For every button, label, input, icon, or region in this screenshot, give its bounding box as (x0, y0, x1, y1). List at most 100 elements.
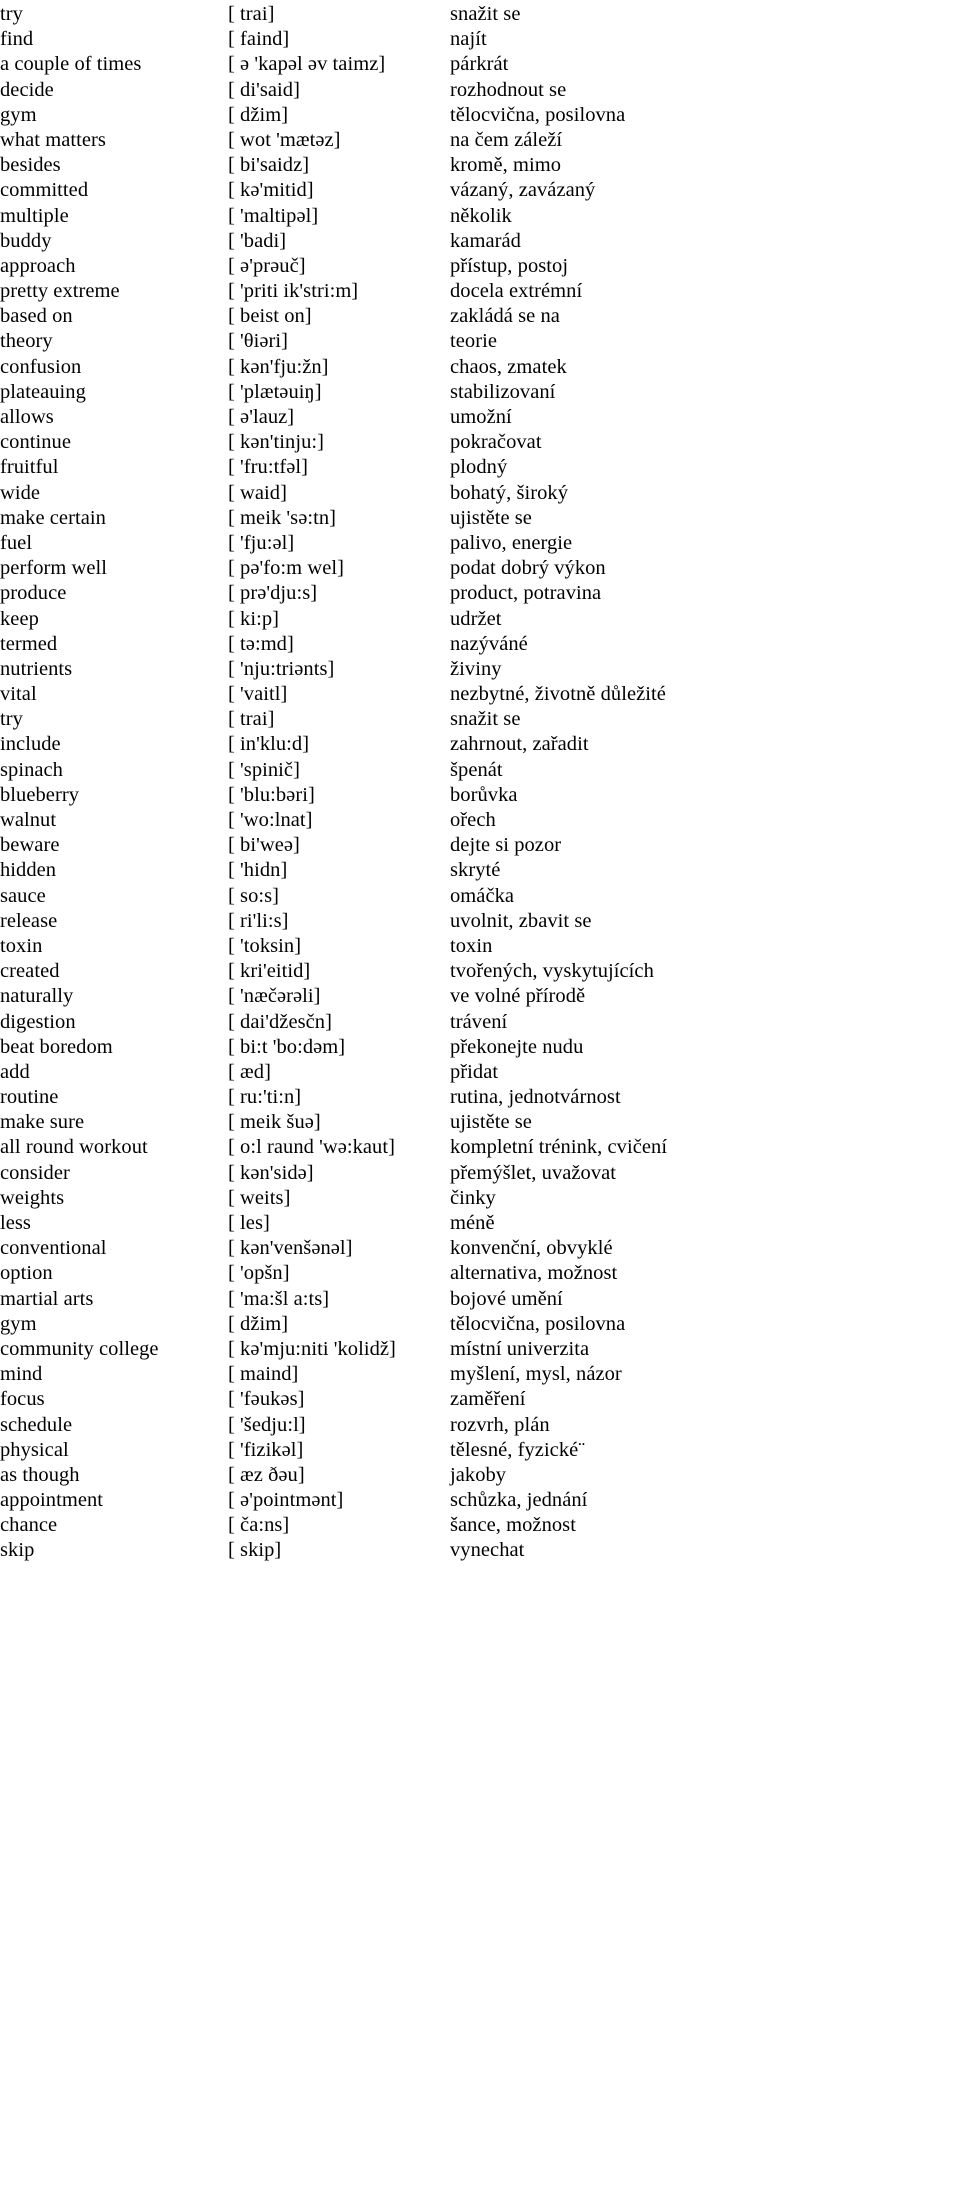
phonetic-transcription: [ 'fru:tfəl] (228, 456, 308, 479)
czech-translation: zakládá se na (450, 305, 560, 328)
czech-translation: snažit se (450, 708, 521, 731)
english-term: schedule (0, 1413, 73, 1436)
english-term: walnut (0, 809, 57, 831)
vocabulary-row: release [ ri'li:s] uvolnit, zbavit se (0, 909, 960, 934)
czech-translation: nezbytné, životně důležité (450, 683, 666, 706)
phonetic-transcription: [ ri'li:s] (228, 909, 289, 932)
english-term: mind (0, 1363, 43, 1386)
english-term: wide (0, 481, 41, 504)
vocabulary-row: keep [ ki:p] udržet (0, 607, 960, 632)
phonetic-transcription: [ 'blu:bəri] (228, 783, 315, 806)
vocabulary-row: termed [ tə:md] nazýváné (0, 632, 960, 657)
vocabulary-row: besides [ bi'saidz] kromě, mimo (0, 153, 960, 178)
vocabulary-table: try[ trai] snažit se find[ faind] najít a co… (0, 2, 960, 1564)
czech-translation: najít (450, 28, 487, 51)
czech-translation: udržet (450, 607, 502, 630)
phonetic-transcription: [ 'wo:lnat] (228, 809, 313, 831)
czech-translation: zahrnout, zařadit (450, 733, 589, 756)
czech-translation: teorie (450, 330, 497, 353)
czech-translation: rozhodnout se (450, 78, 567, 101)
czech-translation: tvořených, vyskytujících (450, 960, 654, 983)
czech-translation: product, potravina (450, 582, 602, 605)
czech-translation: zaměření (450, 1388, 526, 1411)
english-term: besides (0, 154, 61, 177)
czech-translation: ujistěte se (450, 1111, 532, 1134)
czech-translation: kamarád (450, 229, 521, 252)
phonetic-transcription: [ kə'mitid] (228, 179, 314, 202)
english-term: naturally (0, 985, 74, 1008)
phonetic-transcription: [ o:l raund 'wə:kaut] (228, 1136, 395, 1159)
phonetic-transcription: [ 'plætəuiŋ] (228, 380, 322, 403)
czech-translation: podat dobrý výkon (450, 557, 606, 580)
czech-translation: šance, možnost (450, 1514, 576, 1537)
vocabulary-row: martial arts [ 'ma:šl a:ts] bojové umění (0, 1287, 960, 1312)
phonetic-transcription: [ in'klu:d] (228, 733, 310, 756)
english-term: continue (0, 431, 71, 454)
czech-translation: schůzka, jednání (450, 1489, 588, 1512)
phonetic-transcription: [ 'opšn] (228, 1262, 290, 1285)
vocabulary-row: committed [ kə'mitid] vázaný, zavázaný (0, 178, 960, 203)
phonetic-transcription: [ bi'weə] (228, 834, 300, 857)
phonetic-transcription: [ 'maltipəl] (228, 204, 319, 227)
vocabulary-row: decide [ di'said] rozhodnout se (0, 78, 960, 103)
vocabulary-row: beware [ bi'weə] dejte si pozor (0, 833, 960, 858)
english-term: gym (0, 103, 37, 126)
czech-translation: skryté (450, 859, 501, 882)
english-term: find (0, 28, 34, 51)
english-term: try (0, 3, 23, 25)
phonetic-transcription: [ 'fizikəl] (228, 1438, 304, 1461)
czech-translation: párkrát (450, 53, 509, 76)
vocabulary-row: chance [ ča:ns] šance, možnost (0, 1513, 960, 1538)
phonetic-transcription: [ 'badi] (228, 229, 287, 252)
phonetic-transcription: [ 'fəukəs] (228, 1388, 305, 1411)
english-term: sauce (0, 884, 46, 907)
vocabulary-row: produce [ prə'dju:s] product, potravina (0, 581, 960, 606)
czech-translation: vynechat (450, 1539, 525, 1562)
vocabulary-row: multiple [ 'maltipəl] několik (0, 204, 960, 229)
phonetic-transcription: [ weits] (228, 1186, 291, 1209)
phonetic-transcription: [ kən'sidə] (228, 1161, 314, 1184)
vocabulary-row: find [ faind] najít (0, 27, 960, 52)
phonetic-transcription: [ so:s] (228, 884, 280, 907)
english-term: perform well (0, 557, 108, 580)
english-term: decide (0, 78, 54, 101)
phonetic-transcription: [ di'said] (228, 78, 300, 101)
vocabulary-row: pretty extreme [ 'priti ik'stri:m] docela … (0, 279, 960, 304)
vocabulary-row: routine [ ru:'ti:n] rutina, jednotvárnost (0, 1085, 960, 1110)
phonetic-transcription: [ bi'saidz] (228, 154, 310, 177)
vocabulary-sheet: try[ trai] snažit se find[ faind] najít a co… (0, 0, 960, 1564)
phonetic-transcription: [ 'toksin] (228, 934, 302, 957)
english-term: buddy (0, 229, 52, 252)
english-term: confusion (0, 355, 82, 378)
english-term: routine (0, 1086, 59, 1109)
czech-translation: nazýváné (450, 632, 528, 655)
phonetic-transcription: [ ə'lauz] (228, 406, 295, 428)
czech-translation: na čem záleží (450, 128, 563, 151)
phonetic-transcription: [ bi:t 'bo:dəm] (228, 1035, 346, 1058)
czech-translation: rozvrh, plán (450, 1413, 550, 1436)
czech-translation: přidat (450, 1060, 499, 1083)
phonetic-transcription: [ 'næčərəli] (228, 985, 321, 1008)
vocabulary-row: hidden [ 'hidn] skryté (0, 858, 960, 883)
english-term: produce (0, 582, 67, 605)
phonetic-transcription: [ 'hidn] (228, 859, 288, 882)
english-term: chance (0, 1514, 58, 1537)
phonetic-transcription: [ meik 'sə:tn] (228, 506, 337, 529)
english-term: physical (0, 1438, 69, 1461)
phonetic-transcription: [ waid] (228, 481, 287, 504)
phonetic-transcription: [ ə'prəuč] (228, 254, 306, 277)
czech-translation: docela extrémní (450, 280, 583, 303)
vocabulary-row: fruitful [ 'fru:tfəl] plodný (0, 455, 960, 480)
czech-translation: bojové umění (450, 1287, 563, 1310)
czech-translation: méně (450, 1212, 495, 1234)
vocabulary-row: walnut [ 'wo:lnat] ořech (0, 808, 960, 833)
phonetic-transcription: [ dai'džesčn] (228, 1010, 332, 1033)
czech-translation: ujistěte se (450, 506, 532, 529)
english-term: toxin (0, 934, 43, 957)
vocabulary-row: try [ trai] snažit se (0, 707, 960, 732)
czech-translation: pokračovat (450, 431, 542, 454)
czech-translation: stabilizovaní (450, 380, 556, 403)
vocabulary-row: confusion [ kən'fju:žn] chaos, zmatek (0, 355, 960, 380)
czech-translation: jakoby (450, 1463, 507, 1486)
phonetic-transcription: [ prə'dju:s] (228, 582, 318, 605)
